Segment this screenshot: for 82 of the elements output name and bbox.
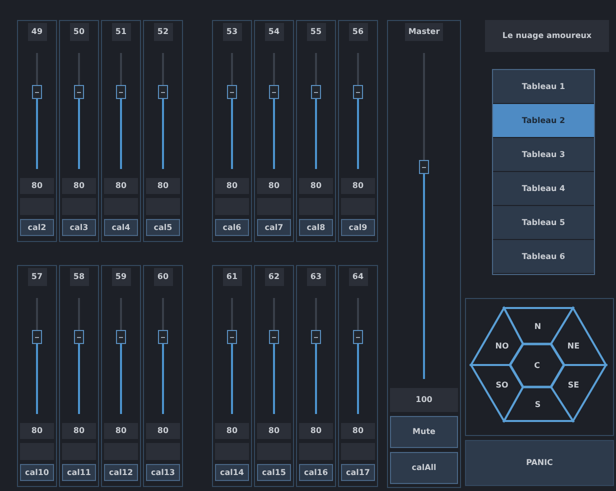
panic-button[interactable]: PANIC bbox=[465, 440, 614, 486]
value-display: 80 bbox=[62, 178, 96, 194]
channel-number: 62 bbox=[264, 268, 284, 286]
channel-number: 49 bbox=[28, 23, 46, 41]
cal-button[interactable]: cal10 bbox=[20, 464, 54, 481]
channel-number: 61 bbox=[222, 268, 242, 286]
slider-thumb[interactable] bbox=[353, 85, 363, 100]
slider-thumb[interactable] bbox=[116, 85, 126, 100]
channel-number: 55 bbox=[306, 23, 326, 41]
cal-button[interactable]: cal3 bbox=[62, 219, 96, 236]
slider-thumb[interactable] bbox=[74, 330, 84, 344]
channel-number: 56 bbox=[348, 23, 368, 41]
value-display: 80 bbox=[257, 178, 291, 194]
channel-number: 58 bbox=[70, 268, 88, 286]
pad-sector[interactable]: NE bbox=[550, 306, 608, 366]
value-display: 80 bbox=[146, 423, 180, 439]
slider-thumb[interactable] bbox=[419, 160, 429, 174]
value-display: 80 bbox=[146, 178, 180, 194]
channel-number: 52 bbox=[154, 23, 172, 41]
slider-thumb[interactable] bbox=[74, 85, 84, 100]
value-display: 80 bbox=[20, 423, 54, 439]
cal-button[interactable]: cal5 bbox=[146, 219, 180, 236]
slider-thumb[interactable] bbox=[311, 330, 321, 344]
cal-button[interactable]: cal11 bbox=[62, 464, 96, 481]
value-display: 80 bbox=[257, 423, 291, 439]
value-display: 80 bbox=[62, 423, 96, 439]
slider-thumb[interactable] bbox=[353, 330, 363, 344]
pad-sector[interactable]: S bbox=[502, 386, 575, 422]
cal-button[interactable]: cal9 bbox=[341, 219, 375, 236]
cal-button[interactable]: cal16 bbox=[299, 464, 333, 481]
channel-number: 59 bbox=[112, 268, 130, 286]
cal-button[interactable]: cal2 bbox=[20, 219, 54, 236]
value-display: 80 bbox=[341, 178, 375, 194]
cal-button[interactable]: cal14 bbox=[215, 464, 249, 481]
slider-thumb[interactable] bbox=[311, 85, 321, 100]
cal-button[interactable]: cal7 bbox=[257, 219, 291, 236]
master-label: Master bbox=[405, 23, 443, 41]
tableau-item[interactable]: Tableau 2 bbox=[493, 104, 594, 138]
channel-number: 54 bbox=[264, 23, 284, 41]
value-display: 100 bbox=[390, 388, 458, 412]
slider-thumb[interactable] bbox=[116, 330, 126, 344]
pad-sector[interactable]: SE bbox=[550, 364, 608, 423]
slider-thumb[interactable] bbox=[32, 330, 42, 344]
value-display: 80 bbox=[299, 423, 333, 439]
scene-title: Le nuage amoureux bbox=[485, 20, 609, 52]
channel-number: 63 bbox=[306, 268, 326, 286]
tableau-item[interactable]: Tableau 6 bbox=[493, 240, 594, 274]
channel-number: 51 bbox=[112, 23, 130, 41]
value-display: 80 bbox=[341, 423, 375, 439]
tableau-item[interactable]: Tableau 3 bbox=[493, 138, 594, 172]
slider-thumb[interactable] bbox=[32, 85, 42, 100]
channel-number: 64 bbox=[348, 268, 368, 286]
mute-button[interactable]: Mute bbox=[390, 416, 458, 448]
cal-button[interactable]: cal13 bbox=[146, 464, 180, 481]
value-display: 80 bbox=[215, 423, 249, 439]
channel-number: 50 bbox=[70, 23, 88, 41]
pad-center[interactable]: C bbox=[508, 342, 566, 388]
pad-sector[interactable]: NO bbox=[469, 306, 524, 366]
slider-thumb[interactable] bbox=[269, 330, 279, 344]
cal-all-button[interactable]: calAll bbox=[390, 452, 458, 484]
slider-thumb[interactable] bbox=[269, 85, 279, 100]
cal-button[interactable]: cal6 bbox=[215, 219, 249, 236]
slider-thumb[interactable] bbox=[158, 330, 168, 344]
value-display: 80 bbox=[215, 178, 249, 194]
value-display: 80 bbox=[20, 178, 54, 194]
value-display: 80 bbox=[299, 178, 333, 194]
cal-button[interactable]: cal8 bbox=[299, 219, 333, 236]
slider-thumb[interactable] bbox=[227, 85, 237, 100]
channel-number: 53 bbox=[222, 23, 242, 41]
tableau-item[interactable]: Tableau 4 bbox=[493, 172, 594, 206]
cal-button[interactable]: cal15 bbox=[257, 464, 291, 481]
cal-button[interactable]: cal17 bbox=[341, 464, 375, 481]
channel-number: 60 bbox=[154, 268, 172, 286]
value-display: 80 bbox=[104, 178, 138, 194]
tableau-item[interactable]: Tableau 5 bbox=[493, 206, 594, 240]
slider-thumb[interactable] bbox=[227, 330, 237, 344]
cal-button[interactable]: cal12 bbox=[104, 464, 138, 481]
channel-number: 57 bbox=[28, 268, 46, 286]
slider-thumb[interactable] bbox=[158, 85, 168, 100]
value-display: 80 bbox=[104, 423, 138, 439]
cal-button[interactable]: cal4 bbox=[104, 219, 138, 236]
tableau-item[interactable]: Tableau 1 bbox=[493, 70, 594, 104]
